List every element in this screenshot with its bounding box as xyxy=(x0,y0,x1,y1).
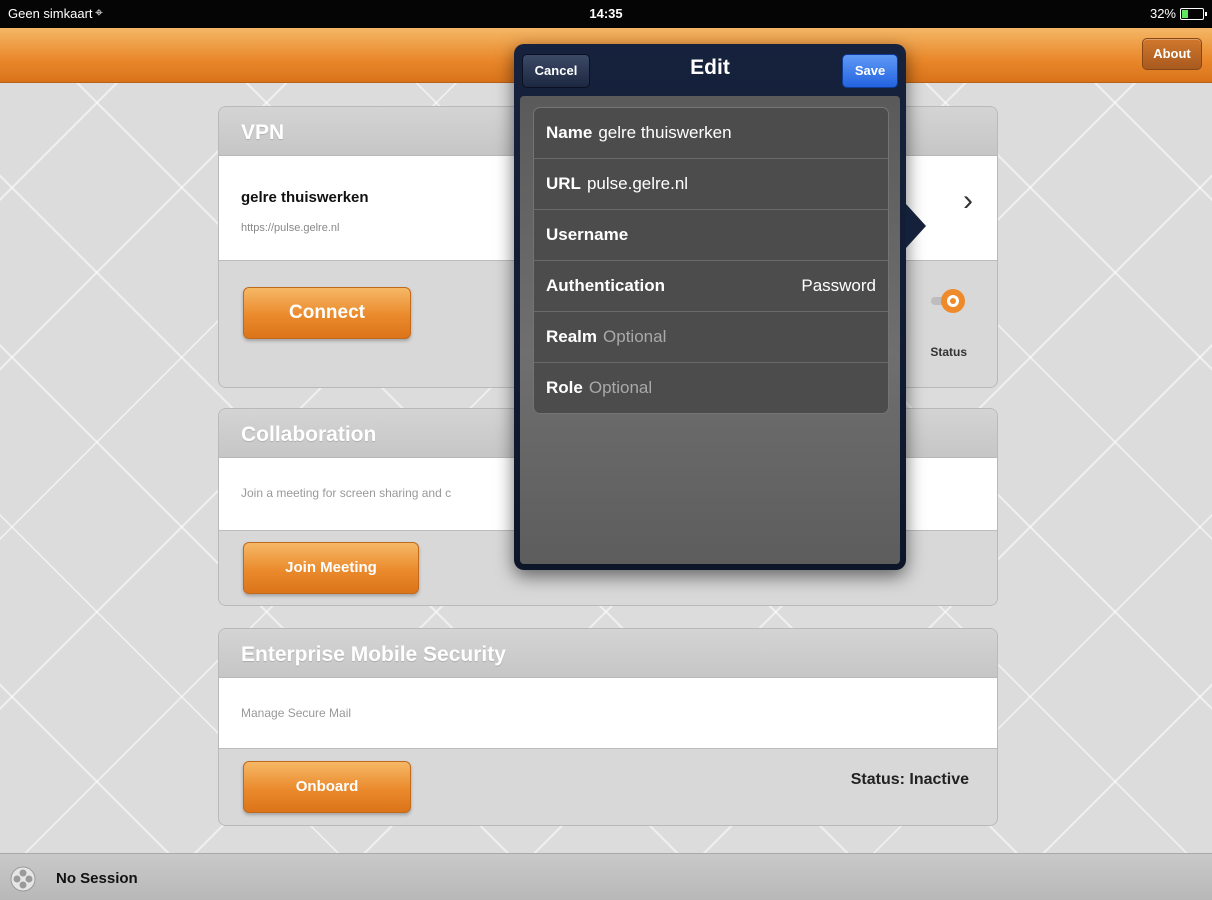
status-label: Status xyxy=(930,345,967,359)
realm-field[interactable]: Realm Optional xyxy=(534,312,888,363)
battery-percent: 32% xyxy=(1149,6,1176,21)
role-field[interactable]: Role Optional xyxy=(534,363,888,413)
url-label: URL xyxy=(546,174,581,193)
url-value[interactable]: pulse.gelre.nl xyxy=(587,174,688,193)
ems-actions: Onboard Status: Inactive xyxy=(219,749,997,825)
chevron-right-icon[interactable]: › xyxy=(963,184,973,218)
ems-description-row: Manage Secure Mail xyxy=(219,678,997,749)
name-value[interactable]: gelre thuiswerken xyxy=(598,123,731,142)
username-label: Username xyxy=(546,225,629,244)
onboard-button[interactable]: Onboard xyxy=(243,761,411,813)
popover-arrow xyxy=(906,204,926,248)
name-label: Name xyxy=(546,123,593,142)
collaboration-description: Join a meeting for screen sharing and c xyxy=(241,486,452,500)
ems-card-title: Enterprise Mobile Security xyxy=(219,629,997,678)
popover-body: Name gelre thuiswerken URL pulse.gelre.nl … xyxy=(520,96,900,564)
role-label: Role xyxy=(546,378,583,397)
session-status: No Session xyxy=(56,870,138,887)
name-field[interactable]: Name gelre thuiswerken xyxy=(534,108,888,159)
about-button[interactable]: About xyxy=(1142,38,1202,70)
authentication-value[interactable]: Password xyxy=(801,261,876,311)
save-button[interactable]: Save xyxy=(842,54,898,88)
url-field[interactable]: URL pulse.gelre.nl xyxy=(534,159,888,210)
connect-button[interactable]: Connect xyxy=(243,287,411,339)
role-placeholder[interactable]: Optional xyxy=(589,378,652,397)
clock: 14:35 xyxy=(589,6,623,21)
realm-placeholder[interactable]: Optional xyxy=(603,327,666,346)
username-field[interactable]: Username xyxy=(534,210,888,261)
authentication-label: Authentication xyxy=(546,276,665,295)
battery-indicator: 32% xyxy=(1149,6,1207,21)
ems-status-text: Status: Inactive xyxy=(850,771,969,788)
session-icon xyxy=(10,866,36,892)
battery-icon xyxy=(1180,7,1207,20)
authentication-field[interactable]: Authentication Password xyxy=(534,261,888,312)
status-icon[interactable] xyxy=(931,283,967,319)
session-bar: No Session xyxy=(0,853,1212,900)
edit-form: Name gelre thuiswerken URL pulse.gelre.nl … xyxy=(533,107,889,414)
connection-url: https://pulse.gelre.nl xyxy=(241,222,340,234)
status-bar: Geen simkaart ⌖ 14:35 32% xyxy=(0,0,1212,28)
enterprise-mobile-security-card: Enterprise Mobile Security Manage Secure… xyxy=(218,628,998,826)
edit-popover: Cancel Edit Save Name gelre thuiswerken U… xyxy=(514,44,926,570)
join-meeting-button[interactable]: Join Meeting xyxy=(243,542,419,594)
ems-description: Manage Secure Mail xyxy=(241,706,352,720)
connection-name: gelre thuiswerken xyxy=(241,189,369,206)
realm-label: Realm xyxy=(546,327,598,346)
